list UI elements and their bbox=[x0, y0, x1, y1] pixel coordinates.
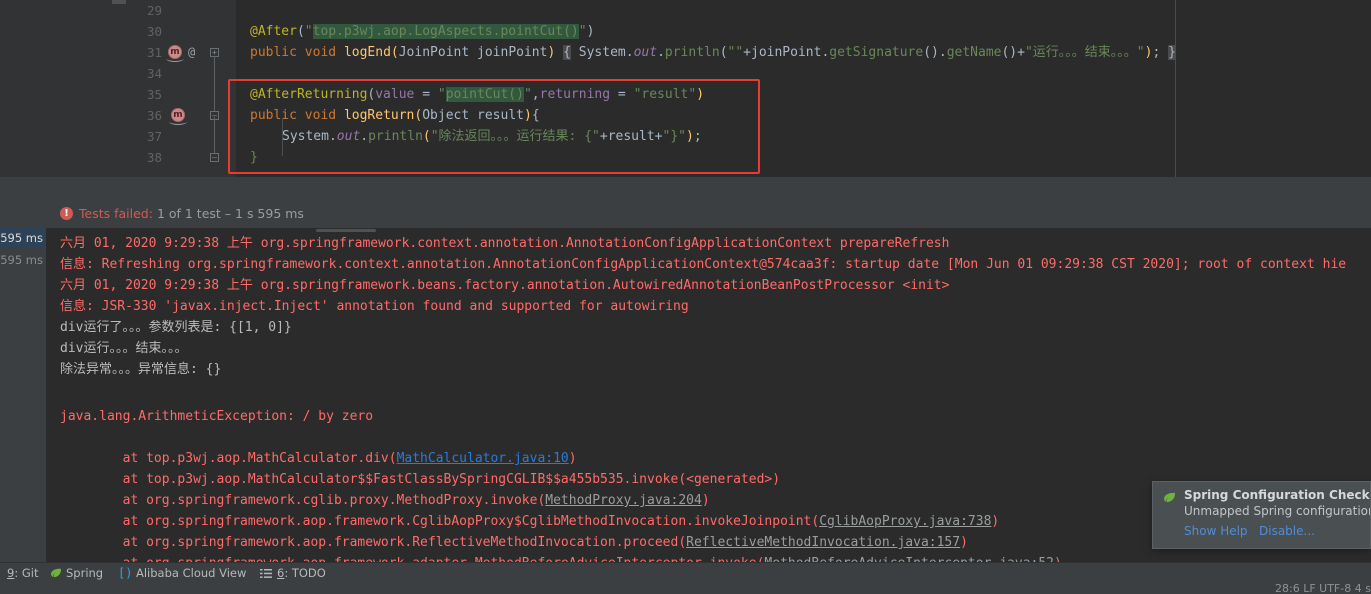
error-icon: ! bbox=[60, 207, 73, 220]
line-number: 35 bbox=[146, 87, 162, 102]
console-stack-line[interactable]: at top.p3wj.aop.MathCalculator.div(MathC… bbox=[60, 448, 577, 469]
code-line-30: @After("top.p3wj.aop.LogAspects.pointCut… bbox=[250, 24, 595, 39]
gutter-line: 29 bbox=[130, 0, 236, 21]
show-help-link[interactable]: Show Help bbox=[1184, 524, 1248, 538]
stack-pre: at org.springframework.cglib.proxy.Metho… bbox=[60, 493, 546, 508]
stack-pre: at org.springframework.aop.framework.Cgl… bbox=[60, 514, 820, 529]
git-label: : Git bbox=[14, 566, 39, 580]
code-line-36: public void logReturn(Object result){ bbox=[250, 108, 540, 123]
spring-leaf-icon bbox=[51, 568, 62, 578]
console-stack-line[interactable]: at org.springframework.aop.framework.Cgl… bbox=[60, 511, 1000, 532]
gutter-line: 37 bbox=[130, 126, 236, 147]
aop-advice-icon[interactable]: m bbox=[166, 45, 184, 62]
todo-label: : TODO bbox=[284, 566, 326, 580]
console-line: 六月 01, 2020 9:29:38 上午 org.springframewo… bbox=[60, 278, 950, 293]
notification-title: Spring Configuration Check bbox=[1184, 488, 1370, 502]
gutter-line: 30 bbox=[130, 21, 236, 42]
status-bar[interactable]: 9: Git Spring [) Alibaba Cloud View 6: T… bbox=[0, 562, 1371, 582]
console-line: 除法异常。。。异常信息: {} bbox=[60, 362, 222, 377]
gutter-line: 35 bbox=[130, 84, 236, 105]
fold-collapse-icon[interactable]: – bbox=[210, 153, 219, 162]
stack-pre: at top.p3wj.aop.MathCalculator$$FastClas… bbox=[60, 472, 781, 487]
console-stack-line[interactable]: at org.springframework.aop.framework.Ref… bbox=[60, 532, 968, 553]
code-line-38: } bbox=[250, 150, 258, 165]
stack-post: ) bbox=[568, 451, 577, 466]
stack-post: ) bbox=[991, 514, 1000, 529]
spring-leaf-icon bbox=[1164, 492, 1176, 503]
status-bar-item-git[interactable]: 9: Git bbox=[7, 566, 38, 581]
gutter-line: 36 m – bbox=[130, 105, 236, 126]
fold-region-bar bbox=[214, 56, 215, 111]
test-status-text: Tests failed: 1 of 1 test – 1 s 595 ms bbox=[79, 206, 304, 221]
editor-left-strip bbox=[0, 0, 130, 177]
stack-post: ) bbox=[701, 493, 710, 508]
annotation-icon[interactable]: @ bbox=[188, 42, 195, 63]
status-bar-lower bbox=[0, 582, 1371, 594]
gutter-line: 31 m @ + bbox=[130, 42, 236, 63]
disable-link[interactable]: Disable... bbox=[1259, 524, 1315, 538]
gutter-line: 34 bbox=[130, 63, 236, 84]
spring-config-notification[interactable]: Spring Configuration Check Unmapped Spri… bbox=[1152, 481, 1371, 549]
status-bar-item-alibaba-cloud-view[interactable]: Alibaba Cloud View bbox=[136, 566, 246, 581]
test-status-detail: 1 of 1 test – 1 s 595 ms bbox=[156, 206, 304, 221]
stack-pre: at org.springframework.aop.framework.Ref… bbox=[60, 535, 687, 550]
test-tree-row[interactable]: 595 ms bbox=[0, 228, 46, 248]
notification-body: Unmapped Spring configuration bbox=[1184, 504, 1371, 518]
indent-guide bbox=[282, 118, 283, 156]
code-line-35: @AfterReturning(value = "pointCut()",ret… bbox=[250, 87, 705, 102]
code-line-37: System.out.println("除法返回。。。运行结果: {"+resu… bbox=[282, 129, 702, 144]
console-line: 六月 01, 2020 9:29:38 上午 org.springframewo… bbox=[60, 236, 950, 251]
stack-link[interactable]: ReflectiveMethodInvocation.java:157 bbox=[686, 535, 960, 550]
code-editor[interactable]: 29 30 31 m @ + 34 35 36 m – 37 38 – @Aft… bbox=[0, 0, 1371, 177]
right-margin-guide bbox=[1175, 0, 1176, 177]
console-stack-line[interactable]: at org.springframework.cglib.proxy.Metho… bbox=[60, 490, 710, 511]
editor-gutter[interactable]: 29 30 31 m @ + 34 35 36 m – 37 38 – bbox=[130, 0, 236, 177]
line-number: 31 bbox=[146, 45, 162, 60]
line-number: 29 bbox=[146, 3, 162, 18]
console-line: java.lang.ArithmeticException: / by zero bbox=[60, 409, 374, 424]
stack-link[interactable]: CglibAopProxy.java:738 bbox=[819, 514, 991, 529]
idea-window: 29 30 31 m @ + 34 35 36 m – 37 38 – @Aft… bbox=[0, 0, 1371, 594]
editor-strip-tick bbox=[112, 0, 126, 4]
test-status-header: ! Tests failed: 1 of 1 test – 1 s 595 ms bbox=[46, 177, 1371, 228]
fold-region-bar bbox=[214, 117, 215, 153]
cloud-icon: [) bbox=[118, 566, 133, 580]
stack-post: ) bbox=[960, 535, 968, 550]
console-stack-line[interactable]: at top.p3wj.aop.MathCalculator$$FastClas… bbox=[60, 469, 780, 490]
list-icon bbox=[260, 569, 272, 578]
test-results-tree[interactable]: 595 ms 595 ms bbox=[0, 228, 46, 562]
console-line: div运行。。。结束。。。 bbox=[60, 341, 188, 356]
line-number: 30 bbox=[146, 24, 162, 39]
gutter-line: 38 – bbox=[130, 147, 236, 168]
line-number: 38 bbox=[146, 150, 162, 165]
line-number: 36 bbox=[146, 108, 162, 123]
aop-advice-icon[interactable]: m bbox=[169, 108, 187, 125]
status-bar-item-spring[interactable]: Spring bbox=[66, 566, 103, 581]
console-line: 信息: JSR-330 'javax.inject.Inject' annota… bbox=[60, 299, 689, 314]
stack-link[interactable]: MathCalculator.java:10 bbox=[397, 451, 569, 466]
caret-position-indicator[interactable]: 28:6 LF UTF-8 4 spaces bbox=[1275, 583, 1371, 594]
code-line-31: public void logEnd(JoinPoint joinPoint) … bbox=[250, 45, 1176, 60]
status-bar-item-todo[interactable]: 6: TODO bbox=[277, 566, 326, 581]
code-text-area[interactable]: @After("top.p3wj.aop.LogAspects.pointCut… bbox=[236, 0, 1371, 177]
console-line: div运行了。。。参数列表是: {[1, 0]} bbox=[60, 320, 292, 335]
test-status-label: Tests failed: bbox=[79, 206, 153, 221]
line-number: 37 bbox=[146, 129, 162, 144]
console-line: 信息: Refreshing org.springframework.conte… bbox=[60, 257, 1347, 272]
stack-pre: at top.p3wj.aop.MathCalculator.div( bbox=[60, 451, 397, 466]
stack-link[interactable]: MethodProxy.java:204 bbox=[545, 493, 702, 508]
console-stack-line[interactable]: at org.springframework.aop.framework.ada… bbox=[60, 553, 1062, 562]
test-tree-row[interactable]: 595 ms bbox=[0, 250, 46, 270]
line-number: 34 bbox=[146, 66, 162, 81]
